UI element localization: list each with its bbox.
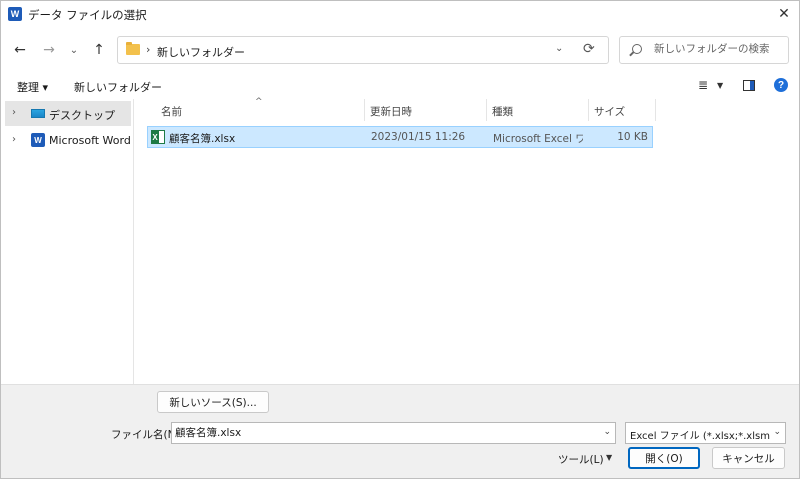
file-type-select[interactable]: Excel ファイル (*.xlsx;*.xlsm;*.xlsb ⌄ bbox=[625, 422, 786, 444]
sidebar-item-label: Microsoft Word bbox=[49, 134, 131, 147]
open-button[interactable]: 開く(O) bbox=[628, 447, 700, 469]
word-icon: W bbox=[31, 133, 45, 147]
column-header-type[interactable]: 種類 bbox=[492, 104, 513, 119]
chevron-down-icon[interactable]: ⌄ bbox=[603, 427, 611, 437]
forward-arrow-icon[interactable]: → bbox=[39, 40, 59, 60]
cancel-button[interactable]: キャンセル bbox=[712, 447, 785, 469]
file-dialog: W データ ファイルの選択 ✕ ← → ⌄ ↑ › 新しいフォルダー ⌄ ⟳ 整… bbox=[0, 0, 800, 479]
column-header-name[interactable]: 名前 bbox=[161, 104, 182, 119]
column-divider[interactable] bbox=[486, 99, 487, 121]
column-header-modified[interactable]: 更新日時 bbox=[370, 104, 412, 119]
tools-dropdown-icon[interactable]: ▼ bbox=[606, 453, 612, 462]
column-divider[interactable] bbox=[364, 99, 365, 121]
navigation-bar: ← → ⌄ ↑ › 新しいフォルダー ⌄ ⟳ bbox=[1, 28, 799, 72]
search-icon bbox=[632, 44, 642, 54]
sort-ascending-icon: ^ bbox=[255, 97, 263, 107]
view-options-icon[interactable]: ≣ bbox=[698, 78, 708, 92]
search-box[interactable] bbox=[619, 36, 789, 64]
file-size: 10 KB bbox=[617, 131, 648, 143]
file-modified: 2023/01/15 11:26 bbox=[371, 131, 466, 143]
up-arrow-icon[interactable]: ↑ bbox=[89, 40, 109, 60]
column-header-size[interactable]: サイズ bbox=[594, 104, 625, 119]
new-folder-button[interactable]: 新しいフォルダー bbox=[74, 79, 162, 95]
file-list: ^ 名前 更新日時 種類 サイズ 顧客名簿.xlsx 2023/01/15 11… bbox=[135, 97, 799, 384]
close-icon[interactable]: ✕ bbox=[773, 3, 795, 25]
column-divider[interactable] bbox=[655, 99, 656, 121]
view-dropdown-icon[interactable]: ▼ bbox=[717, 81, 723, 90]
help-icon[interactable]: ? bbox=[774, 78, 788, 92]
address-bar[interactable]: › 新しいフォルダー ⌄ ⟳ bbox=[117, 36, 609, 64]
file-name-combobox[interactable]: ⌄ bbox=[171, 422, 616, 444]
address-dropdown-icon[interactable]: ⌄ bbox=[555, 43, 563, 54]
sidebar-item-microsoft-word[interactable]: › W Microsoft Word bbox=[5, 128, 131, 153]
dialog-footer: 新しいソース(S)... ファイル名(N): ⌄ Excel ファイル (*.x… bbox=[1, 384, 799, 478]
navigation-pane: › デスクトップ › W Microsoft Word bbox=[1, 99, 134, 384]
expand-chevron-icon[interactable]: › bbox=[12, 134, 16, 145]
word-app-icon: W bbox=[8, 7, 22, 21]
file-name: 顧客名簿.xlsx bbox=[169, 133, 236, 145]
organize-button[interactable]: 整理 ▾ bbox=[17, 79, 48, 95]
recent-locations-chevron-icon[interactable]: ⌄ bbox=[64, 40, 84, 60]
tools-button[interactable]: ツール(L) bbox=[558, 452, 604, 467]
chevron-down-icon[interactable]: ⌄ bbox=[773, 427, 781, 437]
file-type-value: Excel ファイル (*.xlsx;*.xlsm;*.xlsb bbox=[630, 431, 770, 442]
file-row[interactable]: 顧客名簿.xlsx 2023/01/15 11:26 Microsoft Exc… bbox=[147, 126, 653, 148]
excel-file-icon bbox=[151, 130, 165, 144]
column-divider[interactable] bbox=[588, 99, 589, 121]
breadcrumb-separator-icon[interactable]: › bbox=[146, 43, 150, 56]
new-source-button[interactable]: 新しいソース(S)... bbox=[157, 391, 269, 413]
refresh-icon[interactable]: ⟳ bbox=[583, 41, 595, 57]
command-bar: 整理 ▾ 新しいフォルダー ≣ ▼ ? bbox=[1, 72, 799, 99]
title-bar: W データ ファイルの選択 ✕ bbox=[1, 1, 799, 28]
folder-icon bbox=[126, 42, 140, 55]
expand-chevron-icon[interactable]: › bbox=[12, 107, 16, 118]
desktop-icon bbox=[31, 109, 45, 118]
preview-pane-icon[interactable] bbox=[743, 80, 755, 91]
file-type: Microsoft Excel ワ... bbox=[493, 133, 583, 145]
search-input[interactable] bbox=[654, 43, 784, 55]
back-arrow-icon[interactable]: ← bbox=[10, 40, 30, 60]
sidebar-item-desktop[interactable]: › デスクトップ bbox=[5, 101, 131, 126]
breadcrumb[interactable]: 新しいフォルダー bbox=[157, 44, 245, 60]
dialog-title: データ ファイルの選択 bbox=[28, 8, 147, 22]
sidebar-item-label: デスクトップ bbox=[49, 109, 115, 122]
file-name-input[interactable] bbox=[175, 426, 595, 438]
